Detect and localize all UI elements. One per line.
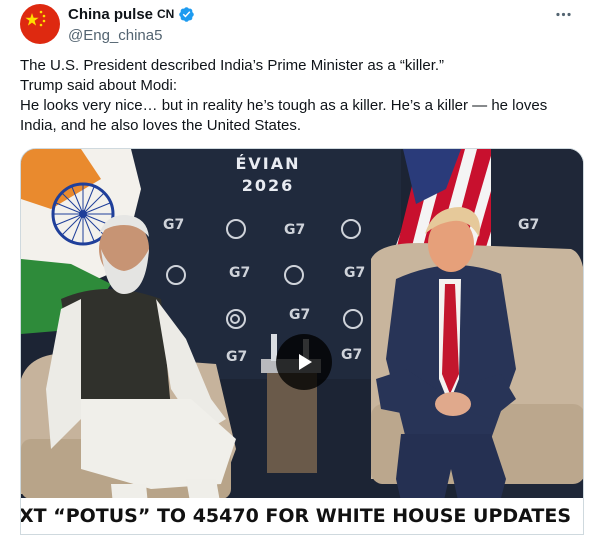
backdrop-text-line2: 2026 [241, 176, 295, 195]
svg-text:G7: G7 [518, 217, 539, 233]
china-flag-icon [20, 4, 60, 44]
tweet-text-line: Trump said about Modi: [20, 77, 178, 94]
tweet[interactable]: China pulse CN @Eng_china5 The U.S. Pres… [0, 0, 599, 535]
more-options-button[interactable] [551, 2, 575, 26]
handle[interactable]: @Eng_china5 [68, 27, 195, 44]
video-caption-text: XT “POTUS” TO 45470 FOR WHITE HOUSE UPDA… [21, 505, 572, 527]
country-badge: CN [157, 7, 175, 21]
svg-text:G7: G7 [226, 349, 247, 365]
display-name[interactable]: China pulse [68, 6, 153, 23]
svg-text:G7: G7 [229, 265, 250, 281]
play-button[interactable] [276, 334, 332, 390]
tweet-header: China pulse CN @Eng_china5 [68, 4, 195, 44]
svg-text:G7: G7 [289, 307, 310, 323]
tweet-text: The U.S. President described India’s Pri… [20, 56, 580, 136]
avatar[interactable] [20, 4, 60, 44]
backdrop-text: ÉVIAN 2026 [21, 153, 515, 197]
svg-text:G7: G7 [284, 222, 305, 238]
video-player[interactable]: G7 G7 G7 G7 G7 G7 G7 G7 ÉVIAN 2026 XT “P… [20, 148, 584, 535]
verified-badge-icon[interactable] [178, 6, 195, 23]
backdrop-text-line1: ÉVIAN [235, 154, 301, 173]
tweet-text-line: He looks very nice… but in reality he’s … [20, 97, 548, 134]
svg-text:G7: G7 [344, 265, 365, 281]
video-caption-banner: XT “POTUS” TO 45470 FOR WHITE HOUSE UPDA… [21, 498, 583, 534]
play-icon [299, 354, 312, 370]
tweet-text-line: The U.S. President described India’s Pri… [20, 57, 445, 74]
svg-text:G7: G7 [341, 347, 362, 363]
svg-text:G7: G7 [163, 217, 184, 233]
more-horizontal-icon [555, 12, 571, 16]
